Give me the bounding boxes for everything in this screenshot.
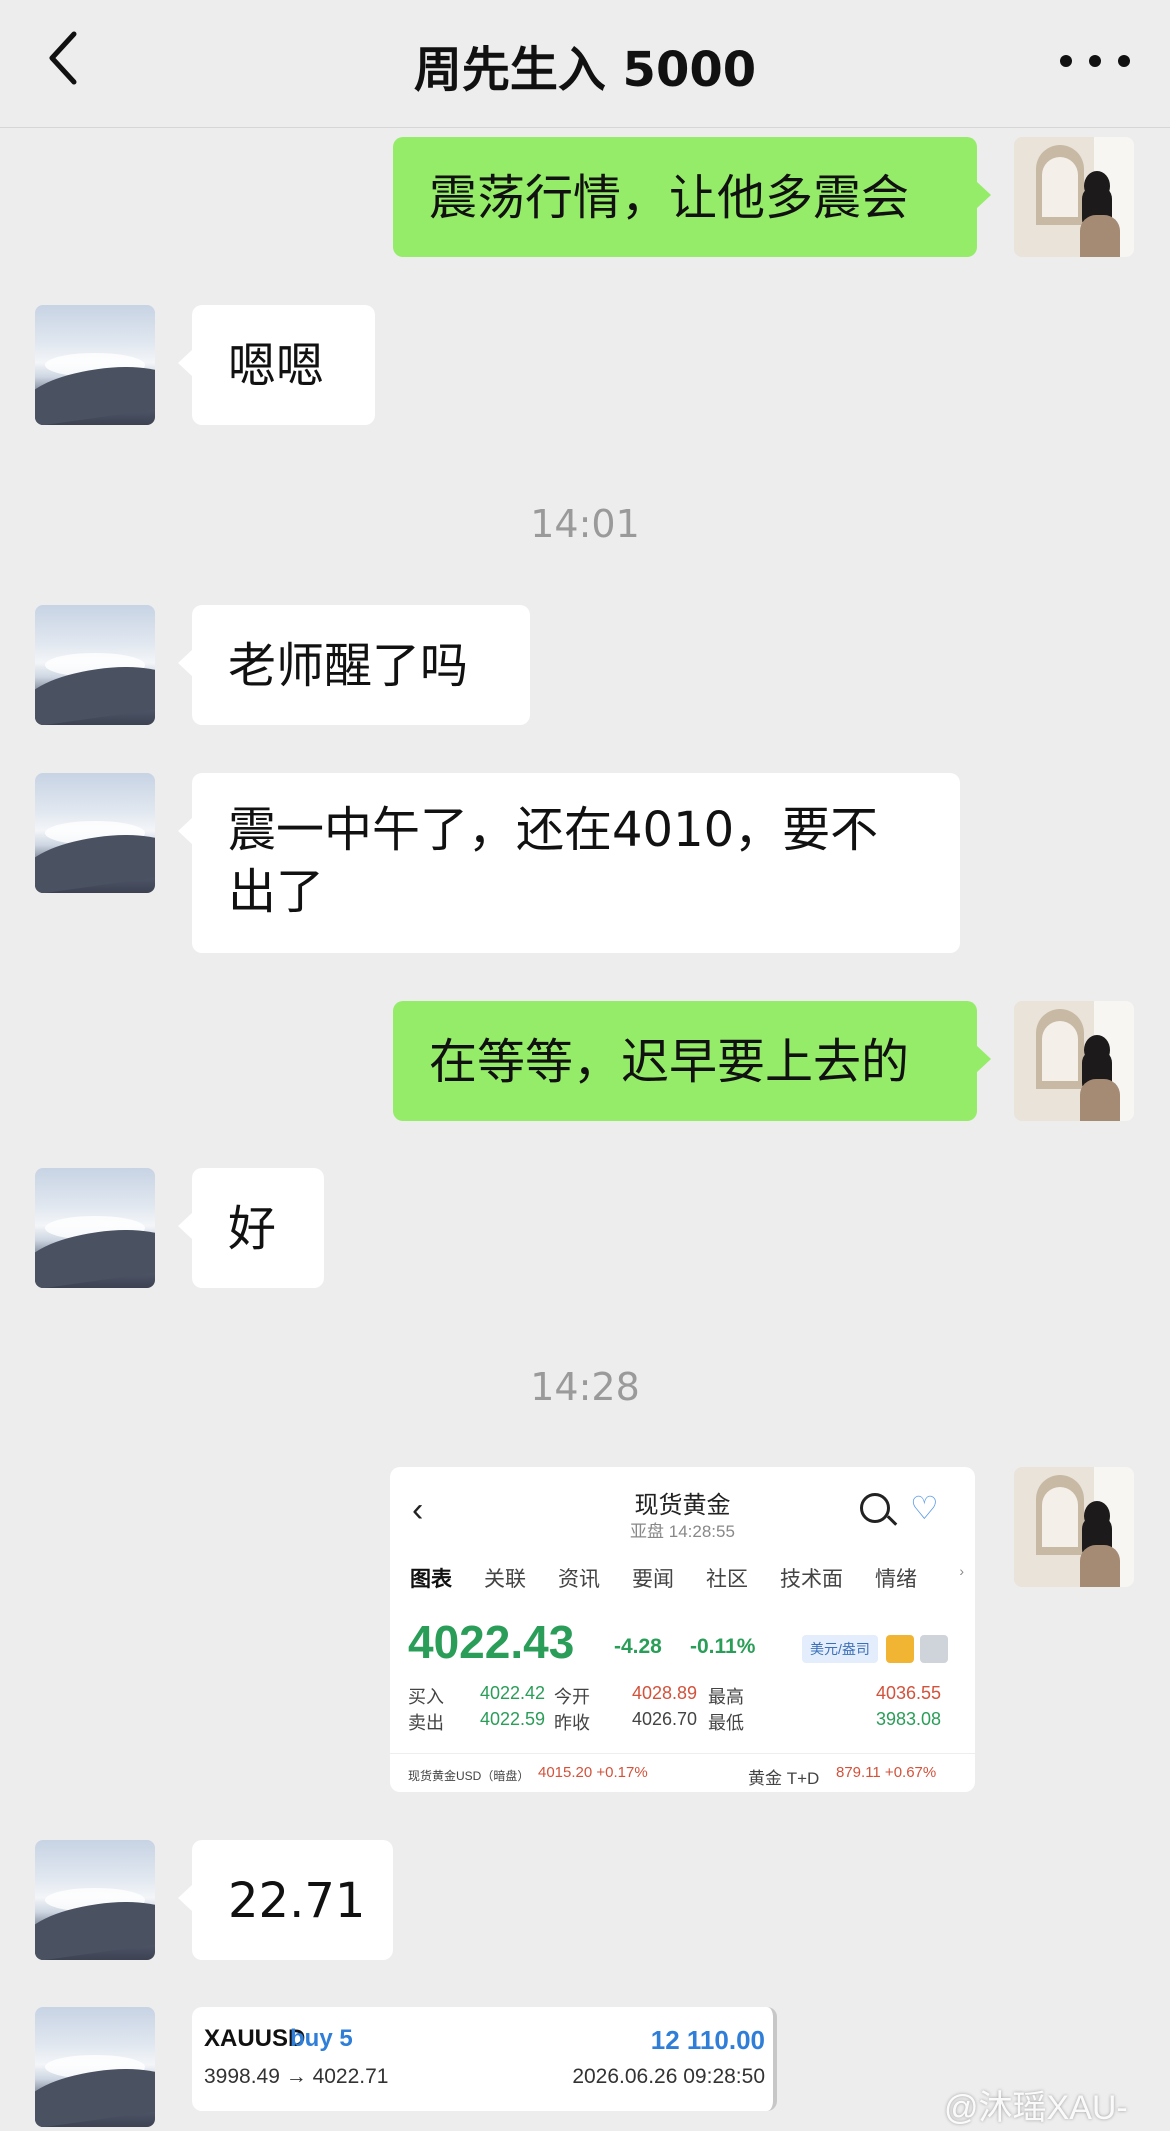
message-text: 好 (228, 1201, 277, 1257)
message-text: 22.71 (228, 1873, 366, 1929)
message-text-line: 出了 (228, 864, 325, 920)
quote-change-percent: -0.11% (690, 1635, 756, 1658)
message-bubble-incoming[interactable]: 22.71 (178, 1840, 393, 1960)
message-text: 嗯嗯 (228, 338, 325, 394)
chat-title: 周先生入 5000 (413, 42, 757, 98)
refresh-icon (886, 1635, 914, 1663)
stat-value: 3983.08 (876, 1709, 942, 1729)
stat-label: 买入 (408, 1687, 444, 1707)
tab-community: 社区 (706, 1568, 748, 1591)
timestamp: 14:01 (530, 502, 640, 546)
search-icon (860, 1493, 890, 1523)
footer-label: 现货黄金USD（暗盘） (408, 1769, 530, 1783)
tab-info: 资讯 (558, 1568, 600, 1591)
stat-label: 昨收 (554, 1713, 590, 1733)
message-bubble-incoming[interactable]: 好 (178, 1168, 324, 1288)
dot-icon (1089, 55, 1101, 67)
stat-value: 4022.59 (480, 1709, 546, 1729)
stat-label: 最高 (708, 1687, 744, 1707)
message-bubble-outgoing[interactable]: 在等等，迟早要上去的 (393, 1001, 991, 1121)
footer-value: 4015.20 +0.17% (538, 1764, 648, 1781)
stat-label: 卖出 (408, 1713, 444, 1733)
dot-icon (1060, 55, 1072, 67)
more-options-button[interactable] (1060, 36, 1130, 86)
my-avatar[interactable] (1014, 1001, 1134, 1121)
tab-technical: 技术面 (780, 1568, 843, 1591)
tab-related: 关联 (484, 1568, 526, 1591)
quote-change: -4.28 (614, 1635, 662, 1658)
stat-value: 4026.70 (632, 1709, 698, 1729)
quote-session-time: 亚盘 14:28:55 (630, 1522, 735, 1541)
message-bubble-outgoing[interactable]: 震荡行情，让他多震会 (393, 137, 991, 257)
tab-chart: 图表 (410, 1568, 452, 1591)
timestamp: 14:28 (530, 1365, 640, 1409)
trade-side: buy 5 (290, 2025, 353, 2052)
stat-label: 最低 (708, 1713, 744, 1733)
my-avatar[interactable] (1014, 1467, 1134, 1587)
my-avatar[interactable] (1014, 137, 1134, 257)
heart-icon: ♡ (910, 1490, 939, 1526)
stat-label: 今开 (554, 1687, 590, 1707)
trade-datetime: 2026.06.26 09:28:50 (572, 2065, 765, 2088)
trade-record-image[interactable]: XAUUSD buy 5 12 110.00 3998.49 → 4022.71… (192, 2007, 777, 2111)
stat-value: 4028.89 (632, 1683, 698, 1703)
quote-footer: 现货黄金USD（暗盘） 4015.20 +0.17% 黄金 T+D 879.11… (390, 1753, 975, 1792)
contact-avatar[interactable] (35, 605, 155, 725)
tab-sentiment: 情绪 (875, 1568, 917, 1591)
dot-icon (1118, 55, 1130, 67)
contact-avatar[interactable] (35, 1168, 155, 1288)
message-text: 在等等，迟早要上去的 (429, 1034, 910, 1090)
message-bubble-incoming[interactable]: 老师醒了吗 (178, 605, 530, 725)
stat-value: 4036.55 (876, 1683, 942, 1703)
contact-avatar[interactable] (35, 1840, 155, 1960)
message-text-line: 震一中午了，还在4010，要不 (228, 802, 879, 858)
chevron-right-icon: › (959, 1563, 964, 1579)
message-text: 震荡行情，让他多震会 (429, 170, 910, 226)
chat-header: 周先生入 5000 (0, 0, 1170, 128)
footer-label: 黄金 T+D (748, 1769, 820, 1788)
quote-stats: 买入 4022.42 今开 4028.89 最高 4036.55 卖出 4022… (408, 1683, 968, 1735)
trade-prices: 3998.49 → 4022.71 (204, 2065, 389, 2088)
unit-badge: 美元/盎司 (802, 1635, 878, 1663)
tab-news: 要闻 (632, 1568, 674, 1591)
message-bubble-incoming[interactable]: 震一中午了，还在4010，要不 出了 (178, 773, 960, 953)
message-bubble-incoming[interactable]: 嗯嗯 (178, 305, 375, 425)
watermark: @沐瑶XAU- (944, 2089, 1128, 2127)
footer-value: 879.11 +0.67% (836, 1764, 937, 1781)
contact-avatar[interactable] (35, 305, 155, 425)
settings-icon (920, 1635, 948, 1663)
stat-value: 4022.42 (480, 1683, 546, 1703)
contact-avatar[interactable] (35, 773, 155, 893)
contact-avatar[interactable] (35, 2007, 155, 2127)
quote-screenshot-image[interactable]: ‹ 现货黄金 亚盘 14:28:55 ♡ 图表 关联 资讯 要闻 社区 技术面 … (390, 1467, 975, 1792)
quote-price: 4022.43 (408, 1616, 575, 1668)
trade-profit: 12 110.00 (650, 2025, 765, 2055)
message-text: 老师醒了吗 (228, 638, 469, 694)
quote-tabs: 图表 关联 资讯 要闻 社区 技术面 情绪 › (410, 1563, 970, 1593)
